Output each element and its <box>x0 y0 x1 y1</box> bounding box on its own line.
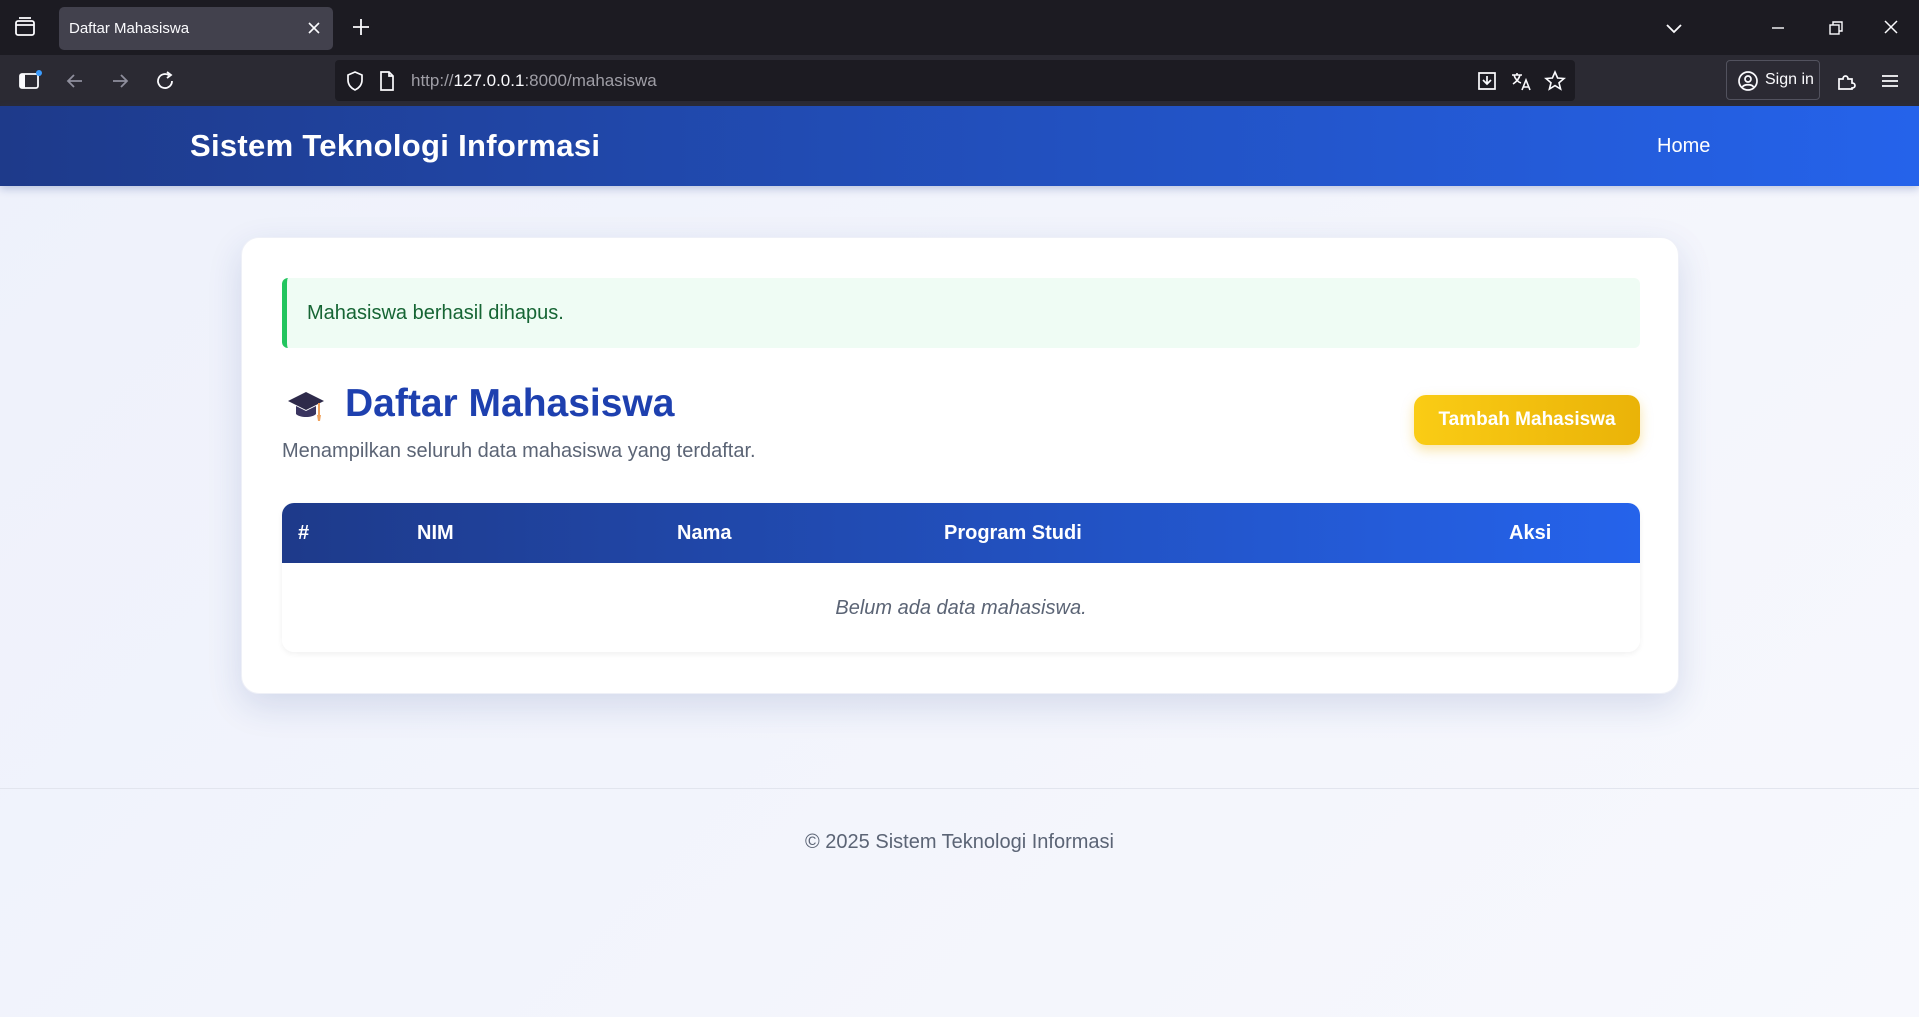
reload-icon[interactable] <box>152 68 178 94</box>
site-footer: © 2025 Sistem Teknologi Informasi <box>0 788 1919 1017</box>
url-bar[interactable]: http://127.0.0.1:8000/mahasiswa <box>335 60 1575 101</box>
close-tab-icon[interactable] <box>305 19 323 37</box>
page-icon[interactable] <box>375 69 399 93</box>
save-page-icon[interactable] <box>1475 69 1499 93</box>
students-table: # NIM Nama Program Studi Aksi Belum ada … <box>282 503 1640 652</box>
footer-copyright: © 2025 Sistem Teknologi Informasi <box>805 831 1114 853</box>
url-path: :8000/mahasiswa <box>524 71 657 90</box>
forward-arrow-icon[interactable] <box>107 68 133 94</box>
column-header-program-studi: Program Studi <box>944 522 1082 544</box>
translate-icon[interactable] <box>1509 69 1533 93</box>
extensions-icon[interactable] <box>1834 68 1860 94</box>
url-host: 127.0.0.1 <box>453 71 525 90</box>
success-alert: Mahasiswa berhasil dihapus. <box>282 278 1640 348</box>
tab-list-icon[interactable] <box>12 14 38 40</box>
graduation-cap-icon <box>286 388 326 424</box>
sidebar-icon[interactable] <box>17 68 43 94</box>
add-student-button[interactable]: Tambah Mahasiswa <box>1414 395 1640 445</box>
new-tab-icon[interactable] <box>350 16 372 38</box>
url-scheme: http:// <box>411 71 454 90</box>
chevron-down-icon[interactable] <box>1664 18 1684 38</box>
tab-title: Daftar Mahasiswa <box>69 20 190 37</box>
page-title: Daftar Mahasiswa <box>345 382 675 425</box>
sign-in-button[interactable]: Sign in <box>1726 60 1820 100</box>
browser-nav-bar: http://127.0.0.1:8000/mahasiswa Sign in <box>0 55 1919 106</box>
column-header-aksi: Aksi <box>1509 522 1552 544</box>
nav-link-home[interactable]: Home <box>1657 135 1710 158</box>
table-header: # NIM Nama Program Studi Aksi <box>282 503 1640 563</box>
page-body: Sistem Teknologi Informasi Home Mahasisw… <box>0 106 1919 1017</box>
browser-tab-bar: Daftar Mahasiswa <box>0 0 1919 55</box>
window-close-icon[interactable] <box>1881 17 1901 37</box>
menu-icon[interactable] <box>1877 68 1903 94</box>
sign-in-label: Sign in <box>1765 71 1814 88</box>
account-icon <box>1737 70 1759 92</box>
url-text[interactable]: http://127.0.0.1:8000/mahasiswa <box>411 71 657 91</box>
restore-icon[interactable] <box>1825 18 1845 38</box>
empty-table-message: Belum ada data mahasiswa. <box>835 597 1087 619</box>
page-subtitle: Menampilkan seluruh data mahasiswa yang … <box>282 440 756 462</box>
bookmark-star-icon[interactable] <box>1543 69 1567 93</box>
active-tab[interactable]: Daftar Mahasiswa <box>59 7 333 50</box>
shield-icon[interactable] <box>343 69 367 93</box>
minimize-icon[interactable] <box>1768 18 1788 38</box>
site-header: Sistem Teknologi Informasi Home <box>0 106 1919 186</box>
alert-message: Mahasiswa berhasil dihapus. <box>307 302 564 324</box>
main-card: Mahasiswa berhasil dihapus. Daftar Mahas… <box>241 237 1679 694</box>
brand-title[interactable]: Sistem Teknologi Informasi <box>190 128 600 164</box>
column-header-nim: NIM <box>417 522 454 544</box>
column-header-number: # <box>298 522 310 544</box>
table-body: Belum ada data mahasiswa. <box>282 563 1640 652</box>
back-arrow-icon[interactable] <box>62 68 88 94</box>
column-header-nama: Nama <box>677 522 732 544</box>
